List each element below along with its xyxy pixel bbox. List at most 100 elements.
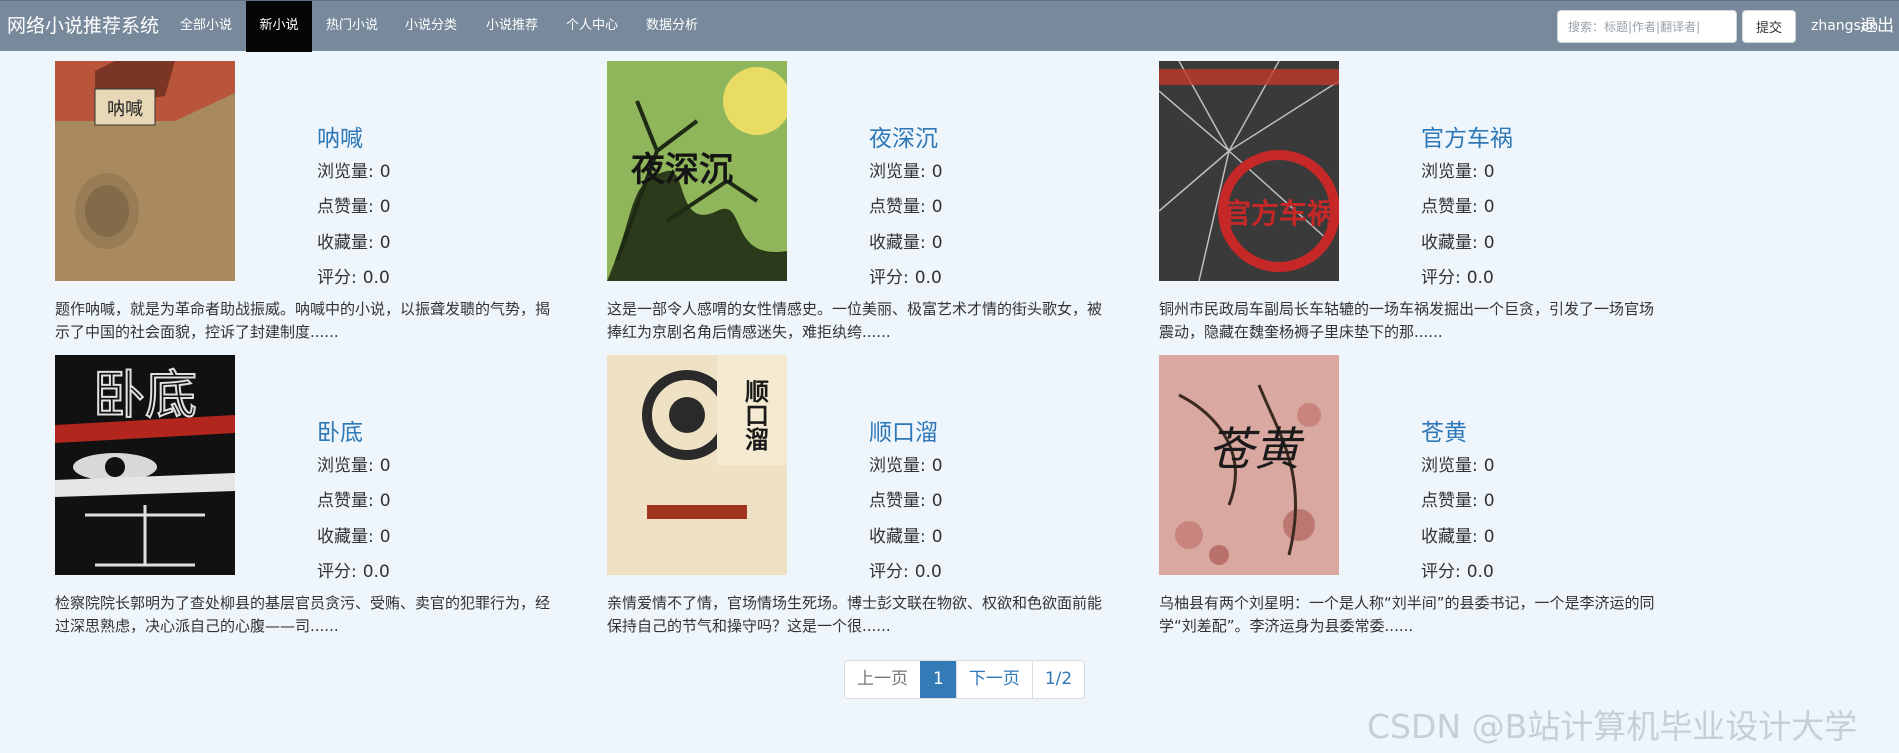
- favorites-value: 0: [931, 527, 943, 547]
- book-rating: 评分: 0.0: [869, 263, 942, 288]
- book-description: 这是一部令人感喟的女性情感史。一位美丽、极富艺术才情的街头歌女，被捧红为京剧名角…: [607, 300, 1103, 341]
- page-total: 1/2: [1031, 661, 1084, 698]
- book-cover[interactable]: 顺口溜: [607, 355, 787, 575]
- book-card: 呐喊 呐喊 浏览量: 0 点赞量: 0 收藏量: 0 评分: 0.0 题作呐喊，就是为革…: [55, 61, 595, 351]
- favorites-label: 收藏量:: [317, 233, 374, 253]
- book-cover-title: 夜深沉: [630, 150, 733, 190]
- book-cover[interactable]: 呐喊: [55, 61, 235, 281]
- likes-label: 点赞量:: [1421, 491, 1478, 511]
- views-label: 浏览量:: [1421, 162, 1478, 182]
- likes-value: 0: [379, 491, 391, 511]
- book-title[interactable]: 顺口溜: [869, 413, 938, 447]
- book-favorites: 收藏量: 0: [869, 228, 943, 253]
- likes-label: 点赞量:: [317, 197, 374, 217]
- book-favorites: 收藏量: 0: [1421, 228, 1495, 253]
- book-rating: 评分: 0.0: [317, 557, 390, 582]
- book-cover-title: 官方车祸: [1223, 197, 1335, 230]
- likes-label: 点赞量:: [317, 491, 374, 511]
- nav-item-recommend[interactable]: 小说推荐: [473, 1, 551, 52]
- book-title[interactable]: 卧底: [317, 413, 363, 447]
- favorites-value: 0: [1483, 233, 1495, 253]
- book-cover-title: 卧底: [93, 366, 197, 426]
- book-views: 浏览量: 0: [1421, 157, 1495, 182]
- book-likes: 点赞量: 0: [869, 192, 943, 217]
- favorites-label: 收藏量:: [869, 527, 926, 547]
- book-favorites: 收藏量: 0: [317, 228, 391, 253]
- rating-value: 0.0: [362, 562, 390, 582]
- nav-item-analytics[interactable]: 数据分析: [633, 1, 711, 52]
- likes-label: 点赞量:: [1421, 197, 1478, 217]
- views-value: 0: [379, 456, 391, 476]
- rating-value: 0.0: [914, 562, 942, 582]
- book-likes: 点赞量: 0: [317, 486, 391, 511]
- rating-label: 评分:: [1421, 562, 1461, 582]
- book-cover[interactable]: 官方车祸: [1159, 61, 1339, 281]
- book-cover-art: 卧底: [55, 355, 235, 575]
- book-views: 浏览量: 0: [317, 157, 391, 182]
- book-title[interactable]: 呐喊: [317, 119, 363, 153]
- nav-item-new-novels[interactable]: 新小说: [246, 1, 312, 52]
- current-page-button[interactable]: 1: [920, 661, 956, 698]
- views-label: 浏览量:: [317, 456, 374, 476]
- book-description: 亲情爱情不了情，官场情场生死场。博士彭文联在物欲、权欲和色欲面前能保持自己的节气…: [607, 594, 1103, 635]
- book-card: 苍黄 苍黄 浏览量: 0 点赞量: 0 收藏量: 0 评分: 0.0 乌柚县有两个刘星明…: [1159, 355, 1699, 645]
- search-input[interactable]: [1557, 10, 1737, 43]
- book-cover-title: 顺口溜: [741, 379, 770, 451]
- views-value: 0: [379, 162, 391, 182]
- book-cover-art: 苍黄: [1159, 355, 1339, 575]
- favorites-value: 0: [379, 233, 391, 253]
- likes-value: 0: [1483, 491, 1495, 511]
- book-likes: 点赞量: 0: [869, 486, 943, 511]
- book-cover[interactable]: 卧底: [55, 355, 235, 575]
- nav-item-all-novels[interactable]: 全部小说: [167, 1, 245, 52]
- book-description: 题作呐喊，就是为革命者助战振威。呐喊中的小说，以振聋发聩的气势，揭示了中国的社会…: [55, 300, 551, 341]
- likes-value: 0: [931, 197, 943, 217]
- likes-label: 点赞量:: [869, 197, 926, 217]
- book-card: 夜深沉 夜深沉 浏览量: 0 点赞量: 0 收藏量: 0 评分: 0.0 这是一部令人感…: [607, 61, 1147, 351]
- likes-value: 0: [1483, 197, 1495, 217]
- book-rating: 评分: 0.0: [317, 263, 390, 288]
- book-cover[interactable]: 苍黄: [1159, 355, 1339, 575]
- likes-value: 0: [931, 491, 943, 511]
- nav-item-profile[interactable]: 个人中心: [553, 1, 631, 52]
- book-cover[interactable]: 夜深沉: [607, 61, 787, 281]
- rating-value: 0.0: [1466, 268, 1494, 288]
- likes-label: 点赞量:: [869, 491, 926, 511]
- rating-label: 评分:: [317, 562, 357, 582]
- book-title[interactable]: 苍黄: [1421, 413, 1467, 447]
- views-value: 0: [1483, 162, 1495, 182]
- nav-item-categories[interactable]: 小说分类: [392, 1, 470, 52]
- rating-value: 0.0: [362, 268, 390, 288]
- book-description: 乌柚县有两个刘星明：一个是人称“刘半间”的县委书记，一个是李济运的同学“刘差配”…: [1159, 594, 1655, 635]
- book-favorites: 收藏量: 0: [1421, 522, 1495, 547]
- watermark: CSDN @B站计算机毕业设计大学: [1367, 707, 1858, 746]
- prev-page-button[interactable]: 上一页: [845, 661, 920, 698]
- book-title[interactable]: 夜深沉: [869, 119, 938, 153]
- book-favorites: 收藏量: 0: [869, 522, 943, 547]
- nav-item-hot-novels[interactable]: 热门小说: [313, 1, 391, 52]
- book-views: 浏览量: 0: [869, 451, 943, 476]
- views-label: 浏览量:: [1421, 456, 1478, 476]
- favorites-label: 收藏量:: [1421, 527, 1478, 547]
- favorites-value: 0: [1483, 527, 1495, 547]
- favorites-label: 收藏量:: [1421, 233, 1478, 253]
- book-views: 浏览量: 0: [317, 451, 391, 476]
- navbar: 网络小说推荐系统 全部小说 新小说 热门小说 小说分类 小说推荐 个人中心 数据…: [0, 0, 1899, 52]
- favorites-value: 0: [379, 527, 391, 547]
- next-page-button[interactable]: 下一页: [955, 661, 1032, 698]
- book-likes: 点赞量: 0: [1421, 486, 1495, 511]
- brand-title[interactable]: 网络小说推荐系统: [7, 1, 159, 52]
- book-card: 顺口溜 顺口溜 浏览量: 0 点赞量: 0 收藏量: 0 评分: 0.0 亲情爱情不了情…: [607, 355, 1147, 645]
- book-likes: 点赞量: 0: [1421, 192, 1495, 217]
- views-value: 0: [931, 162, 943, 182]
- book-cover-art: 顺口溜: [607, 355, 787, 575]
- book-card: 官方车祸 官方车祸 浏览量: 0 点赞量: 0 收藏量: 0 评分: 0.0 铜州市民政…: [1159, 61, 1699, 351]
- submit-button[interactable]: 提交: [1742, 10, 1796, 43]
- favorites-label: 收藏量:: [317, 527, 374, 547]
- rating-value: 0.0: [1466, 562, 1494, 582]
- book-cover-title: 苍黄: [1208, 422, 1305, 476]
- logout-link[interactable]: 退出: [1860, 1, 1894, 52]
- rating-label: 评分:: [317, 268, 357, 288]
- rating-label: 评分:: [869, 562, 909, 582]
- book-title[interactable]: 官方车祸: [1421, 119, 1513, 153]
